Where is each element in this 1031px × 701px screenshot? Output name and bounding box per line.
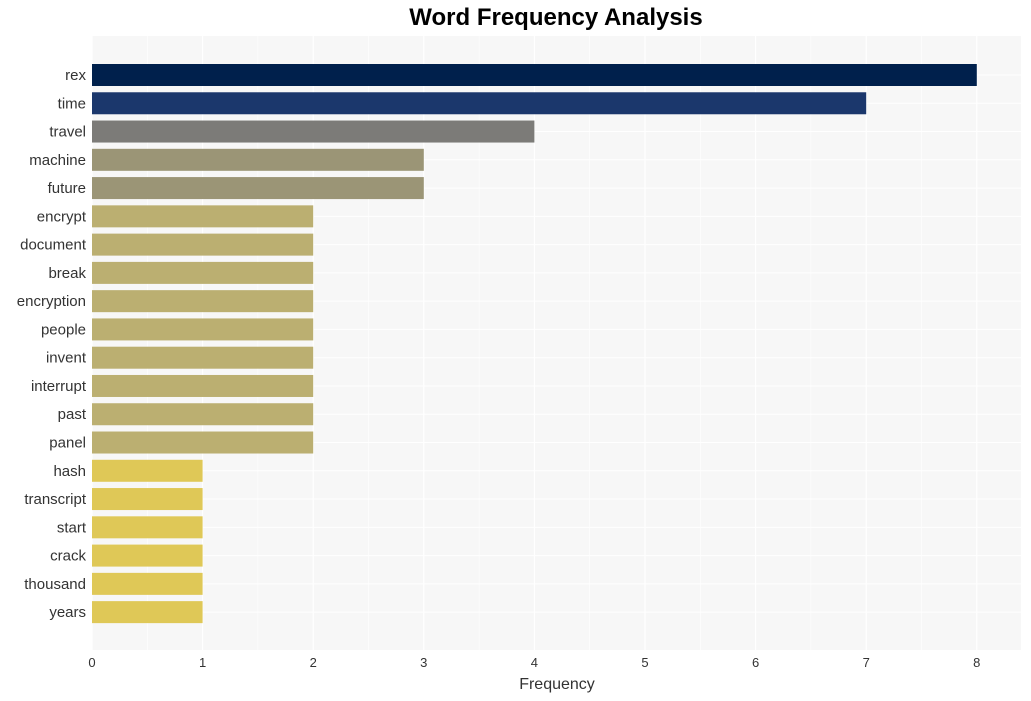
x-tick-labels: 0 1 2 3 4 5 6 7 8 [88,655,980,670]
y-tick-labels: rex time travel machine future encrypt documen… [17,67,87,621]
x-tick-label: 0 [88,655,95,670]
bar-crack [92,544,203,567]
y-tick-label: rex [65,67,86,84]
bar-rex [92,64,977,86]
x-tick-label: 6 [752,655,759,670]
bar-past [92,403,314,426]
y-tick-label: past [58,406,87,423]
bar-break [92,261,314,284]
bar-chart: rex time travel machine future encrypt documen… [17,36,1021,693]
bar-interrupt [92,374,314,397]
y-tick-label: panel [49,435,86,452]
y-tick-label: machine [29,152,86,169]
y-tick-label: time [58,95,86,112]
bar-document [92,233,314,256]
y-tick-label: break [48,265,86,282]
x-tick-label: 7 [863,655,870,670]
bar-future [92,177,424,200]
bar-years [92,601,203,624]
x-tick-label: 2 [310,655,317,670]
bar-time [92,92,867,115]
y-tick-label: transcript [24,491,87,508]
y-tick-label: start [57,519,87,536]
y-tick-label: document [20,237,87,254]
x-tick-label: 5 [641,655,648,670]
x-tick-label: 3 [420,655,427,670]
y-tick-label: crack [50,548,86,565]
bar-encrypt [92,205,314,228]
y-tick-label: hash [53,463,86,480]
bar-hash [92,459,203,482]
bar-panel [92,431,314,454]
bar-travel [92,120,535,143]
bar-thousand [92,572,203,595]
x-tick-label: 4 [531,655,538,670]
x-tick-label: 1 [199,655,206,670]
y-tick-label: interrupt [31,378,87,395]
bar-encryption [92,290,314,313]
y-tick-label: invent [46,350,87,367]
bar-people [92,318,314,341]
bar-invent [92,346,314,369]
bar-transcript [92,488,203,511]
bar-start [92,516,203,539]
y-tick-label: years [49,604,86,621]
y-tick-label: thousand [24,576,86,593]
bar-machine [92,148,424,171]
x-axis-label: Frequency [519,676,595,693]
y-tick-label: travel [49,124,86,141]
y-tick-label: encrypt [37,208,87,225]
y-tick-label: encryption [17,293,86,310]
x-tick-label: 8 [973,655,980,670]
y-tick-label: people [41,321,86,338]
y-tick-label: future [48,180,86,197]
